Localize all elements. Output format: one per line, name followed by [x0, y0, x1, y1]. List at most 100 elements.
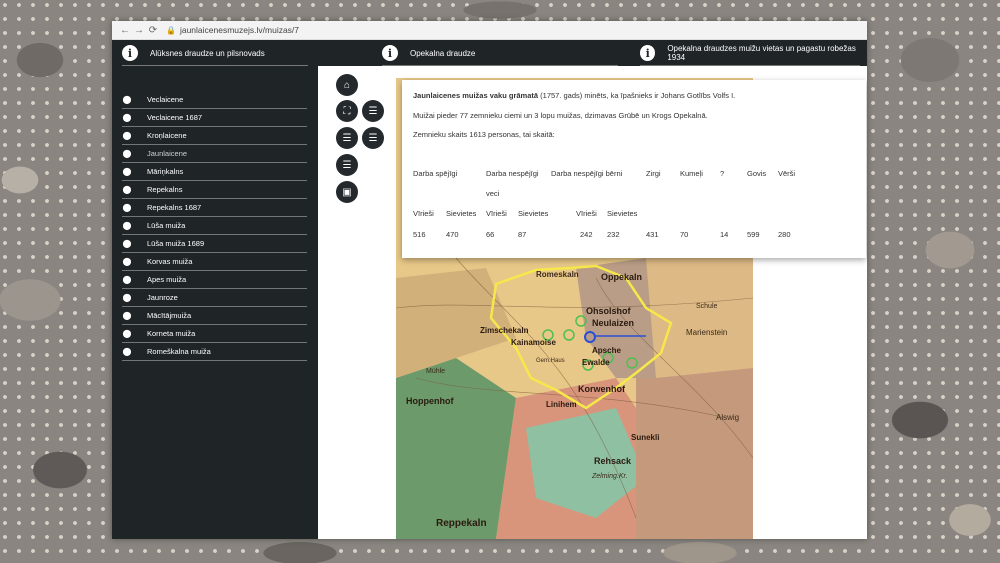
- info-icon[interactable]: i: [382, 45, 398, 61]
- pin-icon: ⬤: [122, 293, 132, 302]
- map-content-area: Romeskaln Oppekaln Ohsolshof Neulaizen S…: [318, 66, 867, 539]
- pin-icon: ⬤: [122, 185, 132, 194]
- back-icon[interactable]: ←: [118, 25, 132, 36]
- panel-line: Muižai pieder 77 zemnieku ciemi un 3 lop…: [413, 111, 708, 120]
- topbar-section-opekalns[interactable]: i Opekalna draudze: [382, 40, 475, 66]
- table-cell: 232: [607, 230, 620, 239]
- pin-icon: ⬤: [122, 95, 132, 104]
- image-icon[interactable]: ▣: [336, 181, 358, 203]
- sidebar-item-label: Māriņkalns: [147, 167, 184, 176]
- address-bar[interactable]: jaunlaicenesmuzejs.lv/muizas/7: [180, 25, 299, 35]
- map-label: Linihem: [546, 400, 577, 409]
- pin-icon: ⬤: [122, 257, 132, 266]
- sidebar-item-jaunroze[interactable]: ⬤ Jaunroze: [122, 289, 307, 307]
- topbar-section-label: Opekalna draudzes muižu vietas un pagast…: [667, 44, 856, 62]
- table-cell: 87: [518, 230, 527, 239]
- map-label: Schule: [696, 303, 718, 310]
- sidebar-item-label: Veclaicene: [147, 95, 184, 104]
- table-header: veci: [486, 189, 500, 198]
- table-header: Zirgi: [646, 169, 661, 178]
- map-label: Romeskaln: [536, 270, 579, 279]
- sidebar-item-macitajmuiza[interactable]: ⬤ Mācītājmuiža: [122, 307, 307, 325]
- pin-icon: ⬤: [122, 239, 132, 248]
- info-icon[interactable]: i: [640, 45, 656, 61]
- sidebar-item-label: Kroņlaicene: [147, 131, 187, 140]
- map-label: Zelming.Kr.: [592, 473, 628, 480]
- table-cell: 14: [720, 230, 729, 239]
- table-header: Darba spējīgi: [413, 169, 458, 178]
- map-label: Apsche: [592, 346, 621, 355]
- info-panel: Jaunlaicenes muižas vaku grāmatā (1757. …: [402, 80, 866, 258]
- sidebar-item-korvas-muiza[interactable]: ⬤ Korvas muiža: [122, 253, 307, 271]
- table-header: Darba nespējīgi: [486, 169, 539, 178]
- topbar-section-label: Alūksnes draudze un pilsnovads: [150, 48, 265, 58]
- table-cell: 66: [486, 230, 495, 239]
- info-icon[interactable]: i: [122, 45, 138, 61]
- sidebar-item-veclaicene-1687[interactable]: ⬤ Veclaicene 1687: [122, 109, 307, 127]
- table-header: ?: [720, 169, 725, 178]
- pin-icon: ⬤: [122, 167, 132, 176]
- topbar-section-aluksne[interactable]: i Alūksnes draudze un pilsnovads: [122, 40, 265, 66]
- table-header: Vērši: [778, 169, 796, 178]
- map-label: Kainamoise: [511, 338, 556, 347]
- list-icon[interactable]: ☰: [336, 154, 358, 176]
- sidebar-item-marinkalns[interactable]: ⬤ Māriņkalns: [122, 163, 307, 181]
- pin-icon: ⬤: [122, 275, 132, 284]
- map-region: [636, 368, 753, 539]
- sidebar-item-romeskalna-muiza[interactable]: ⬤ Romeškalna muiža: [122, 343, 307, 361]
- map-label: Ohsolshof: [586, 306, 631, 316]
- map-label: Neulaizen: [592, 318, 635, 328]
- sidebar-item-label: Korvas muiža: [147, 257, 193, 266]
- select-area-icon[interactable]: ⛶: [336, 100, 358, 122]
- pin-icon: ⬤: [122, 329, 132, 338]
- pin-icon: ⬤: [122, 221, 132, 230]
- sidebar-item-label: Romeškalna muiža: [147, 347, 211, 356]
- sidebar-item-repekalns[interactable]: ⬤ Repekalns: [122, 181, 307, 199]
- map-label: Zimschekaln: [480, 326, 529, 335]
- list-icon[interactable]: ☰: [336, 127, 358, 149]
- pin-icon: ⬤: [122, 131, 132, 140]
- table-subheader: Vīrieši: [486, 209, 507, 218]
- map-label: Marienstein: [686, 328, 728, 337]
- pin-icon: ⬤: [122, 311, 132, 320]
- panel-intro: Jaunlaicenes muižas vaku grāmatā (1757. …: [413, 91, 735, 100]
- sidebar-item-kronlaicene[interactable]: ⬤ Kroņlaicene: [122, 127, 307, 145]
- sidebar-item-lusa-muiza-1689[interactable]: ⬤ Lūša muiža 1689: [122, 235, 307, 253]
- sidebar-item-label: Korneta muiža: [147, 329, 196, 338]
- panel-title: Jaunlaicenes muižas vaku grāmatā: [413, 91, 539, 100]
- reload-icon[interactable]: ⟳: [146, 25, 160, 36]
- sidebar-item-veclaicene[interactable]: ⬤ Veclaicene: [122, 91, 307, 109]
- table-cell: 242: [580, 230, 593, 239]
- sidebar-item-label: Mācītājmuiža: [147, 311, 192, 320]
- sidebar-item-lusa-muiza[interactable]: ⬤ Lūša muiža: [122, 217, 307, 235]
- sidebar-item-repekalns-1687[interactable]: ⬤ Repekalns 1687: [122, 199, 307, 217]
- sidebar-item-label: Repekalns: [147, 185, 183, 194]
- sidebar-item-apes-muiza[interactable]: ⬤ Apes muiža: [122, 271, 307, 289]
- list-icon[interactable]: ☰: [362, 127, 384, 149]
- pin-icon: ⬤: [122, 113, 132, 122]
- sidebar-item-jaunlaicene[interactable]: ⬤ Jaunlaicene: [122, 145, 307, 163]
- forward-icon[interactable]: →: [132, 25, 146, 36]
- table-cell: 599: [747, 230, 760, 239]
- table-subheader: Sievietes: [518, 209, 549, 218]
- map-label: Oppekaln: [601, 272, 643, 282]
- table-header: Darba nespējīgi bērni: [551, 169, 623, 178]
- home-icon[interactable]: ⌂: [336, 74, 358, 96]
- table-cell: 470: [446, 230, 459, 239]
- table-subheader: Vīrieši: [413, 209, 434, 218]
- sidebar-item-korneta-muiza[interactable]: ⬤ Korneta muiža: [122, 325, 307, 343]
- table-subheader: Sievietes: [446, 209, 477, 218]
- map-label: Mühle: [426, 368, 446, 375]
- topbar-section-map-1934[interactable]: i Opekalna draudzes muižu vietas un paga…: [640, 40, 867, 66]
- sidebar-item-label: Jaunroze: [147, 293, 178, 302]
- table-cell: 431: [646, 230, 659, 239]
- map-label: Rehsack: [594, 456, 632, 466]
- browser-window: ← → ⟳ 🔒 jaunlaicenesmuzejs.lv/muizas/7 i…: [112, 21, 867, 539]
- map-label: Ewalde: [582, 358, 610, 367]
- list-icon[interactable]: ☰: [362, 100, 384, 122]
- table-cell: 516: [413, 230, 426, 239]
- map-label: Korwenhof: [578, 384, 625, 394]
- sidebar-item-label: Lūša muiža 1689: [147, 239, 205, 248]
- table-subheader: Vīrieši: [576, 209, 597, 218]
- table-cell: 280: [778, 230, 791, 239]
